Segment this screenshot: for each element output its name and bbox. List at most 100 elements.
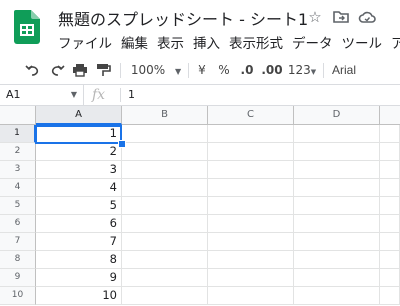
cell-d8[interactable]	[294, 251, 380, 269]
cell-b4[interactable]	[122, 179, 208, 197]
row-header-10[interactable]: 10	[0, 287, 36, 305]
cell-c3[interactable]	[208, 161, 294, 179]
cell-e8[interactable]	[380, 251, 400, 269]
paint-format-icon[interactable]	[94, 56, 112, 84]
menu-edit[interactable]: 編集	[121, 36, 148, 52]
chevron-down-icon: ▼	[310, 68, 317, 76]
select-all-corner[interactable]	[0, 106, 36, 125]
column-header-d[interactable]: D	[294, 106, 380, 125]
cell-e4[interactable]	[380, 179, 400, 197]
cell-c4[interactable]	[208, 179, 294, 197]
cell-b3[interactable]	[122, 161, 208, 179]
cell-b5[interactable]	[122, 197, 208, 215]
cell-a7[interactable]: 7	[36, 233, 122, 251]
redo-icon[interactable]	[48, 56, 66, 84]
formula-input[interactable]: 1	[128, 85, 135, 105]
cell-a6[interactable]: 6	[36, 215, 122, 233]
cell-e5[interactable]	[380, 197, 400, 215]
cell-e3[interactable]	[380, 161, 400, 179]
row-header-5[interactable]: 5	[0, 197, 36, 215]
cell-e7[interactable]	[380, 233, 400, 251]
cell-d3[interactable]	[294, 161, 380, 179]
cell-c9[interactable]	[208, 269, 294, 287]
cell-e1[interactable]	[380, 125, 400, 143]
more-formats-label: 123	[287, 63, 311, 77]
cell-c10[interactable]	[208, 287, 294, 305]
cell-b1[interactable]	[122, 125, 208, 143]
cell-d7[interactable]	[294, 233, 380, 251]
cell-b7[interactable]	[122, 233, 208, 251]
move-folder-icon[interactable]	[332, 8, 350, 26]
fill-handle[interactable]	[118, 140, 126, 148]
document-title[interactable]: 無題のスプレッドシート - シート1	[58, 6, 308, 30]
row-header-4[interactable]: 4	[0, 179, 36, 197]
row-header-2[interactable]: 2	[0, 143, 36, 161]
font-select[interactable]: Arial	[332, 56, 364, 84]
cloud-status-icon[interactable]	[358, 8, 376, 26]
menu-bar: ファイル編集表示挿入表示形式データツールアド	[58, 32, 400, 52]
row-header-3[interactable]: 3	[0, 161, 36, 179]
sheets-logo-icon[interactable]	[14, 10, 40, 44]
cell-c2[interactable]	[208, 143, 294, 161]
cell-a1[interactable]: 1	[36, 125, 122, 143]
cell-d9[interactable]	[294, 269, 380, 287]
cell-b9[interactable]	[122, 269, 208, 287]
cell-c7[interactable]	[208, 233, 294, 251]
cell-b6[interactable]	[122, 215, 208, 233]
currency-format-button[interactable]: ¥	[194, 56, 210, 84]
row-header-8[interactable]: 8	[0, 251, 36, 269]
column-header-c[interactable]: C	[208, 106, 294, 125]
cell-a2[interactable]: 2	[36, 143, 122, 161]
cell-b10[interactable]	[122, 287, 208, 305]
menu-format[interactable]: 表示形式	[229, 36, 283, 52]
cell-c5[interactable]	[208, 197, 294, 215]
cell-a9[interactable]: 9	[36, 269, 122, 287]
menu-data[interactable]: データ	[292, 36, 333, 52]
row-header-1[interactable]: 1	[0, 125, 36, 143]
cell-d4[interactable]	[294, 179, 380, 197]
print-icon[interactable]	[71, 56, 89, 84]
cell-d1[interactable]	[294, 125, 380, 143]
menu-view[interactable]: 表示	[157, 36, 184, 52]
cell-c1[interactable]	[208, 125, 294, 143]
cell-c6[interactable]	[208, 215, 294, 233]
cell-e2[interactable]	[380, 143, 400, 161]
row-header-6[interactable]: 6	[0, 215, 36, 233]
row-header-9[interactable]: 9	[0, 269, 36, 287]
cell-b8[interactable]	[122, 251, 208, 269]
increase-decimal-button[interactable]: .00	[260, 56, 284, 84]
menu-file[interactable]: ファイル	[58, 36, 112, 52]
undo-icon[interactable]	[24, 56, 42, 84]
cell-d5[interactable]	[294, 197, 380, 215]
column-header-a[interactable]: A	[36, 106, 122, 125]
row-header-7[interactable]: 7	[0, 233, 36, 251]
column-header-b[interactable]: B	[122, 106, 208, 125]
cell-d6[interactable]	[294, 215, 380, 233]
cell-b2[interactable]	[122, 143, 208, 161]
star-icon[interactable]: ☆	[306, 8, 324, 26]
cell-e10[interactable]	[380, 287, 400, 305]
cell-a5[interactable]: 5	[36, 197, 122, 215]
toolbar: 100% ▼ ¥ % .0 .00 123▼ Arial	[0, 56, 400, 85]
column-header-e[interactable]	[380, 106, 400, 125]
menu-insert[interactable]: 挿入	[193, 36, 220, 52]
cell-d10[interactable]	[294, 287, 380, 305]
menu-tools[interactable]: ツール	[342, 36, 383, 52]
cell-c8[interactable]	[208, 251, 294, 269]
percent-format-button[interactable]: %	[216, 56, 232, 84]
cell-e6[interactable]	[380, 215, 400, 233]
more-formats-select[interactable]: 123▼	[287, 56, 317, 84]
cell-a8[interactable]: 8	[36, 251, 122, 269]
cell-d2[interactable]	[294, 143, 380, 161]
zoom-select[interactable]: 100% ▼	[128, 56, 184, 84]
formula-bar: A1 ▼ fx 1	[0, 85, 400, 106]
cell-a4[interactable]: 4	[36, 179, 122, 197]
title-bar: 無題のスプレッドシート - シート1 ☆ ファイル 編集 表示 挿入 表示形式 データ ツー…	[0, 0, 400, 56]
name-box[interactable]: A1 ▼	[0, 85, 84, 105]
toolbar-divider	[188, 63, 189, 78]
cell-e9[interactable]	[380, 269, 400, 287]
decrease-decimal-button[interactable]: .0	[237, 56, 257, 84]
cell-a3[interactable]: 3	[36, 161, 122, 179]
cell-a10[interactable]: 10	[36, 287, 122, 305]
menu-addons[interactable]: アド	[391, 36, 400, 52]
